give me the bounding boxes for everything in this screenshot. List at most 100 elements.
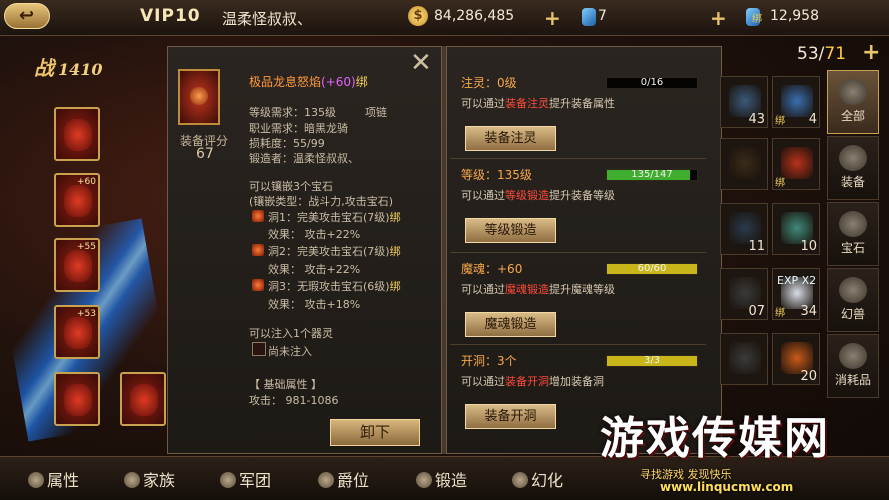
nav-family[interactable]: 家族 [124,467,175,491]
expand-inventory-button[interactable]: + [862,40,880,65]
item-plus: (+60) [321,75,356,89]
rank-icon [318,472,334,488]
nav-rank[interactable]: 爵位 [318,467,369,491]
upgrade-button[interactable]: 装备注灵 [465,126,556,151]
progress-bar: 135/147 [606,169,698,181]
sword-icon [839,145,867,171]
upgrade-button[interactable]: 装备开洞 [465,404,556,429]
inventory-slot[interactable]: 10 [772,203,820,255]
upgrade-button[interactable]: 等级锻造 [465,218,556,243]
socket-2: 洞2：完美攻击宝石(7级)绑 [268,245,401,258]
equip-slot[interactable] [54,107,100,161]
player-name: 温柔怪叔叔、 [222,10,313,28]
bound-tag: 绑 [752,14,762,25]
inventory-slot[interactable] [720,138,768,190]
nav-transform[interactable]: 幻化 [512,467,563,491]
score-value: 67 [196,146,214,162]
tab-consumables[interactable]: 消耗品 [827,334,879,398]
tab-gems[interactable]: 宝石 [827,202,879,266]
item-count: 43 [748,112,765,127]
back-button[interactable]: ↩ [4,3,50,29]
inventory-slot[interactable]: 11 [720,203,768,255]
forger: 锻造者：温柔怪叔叔、 [249,152,359,165]
diamond-icon [582,8,596,26]
close-icon[interactable]: ✕ [410,50,432,76]
tab-beasts[interactable]: 幻兽 [827,268,879,332]
item-count: 10 [800,239,817,254]
potion-icon [839,343,867,369]
equip-slot[interactable]: +60 [54,173,100,227]
item-icon [178,69,220,125]
item-count: 11 [748,239,765,254]
equipment-icon [64,384,92,416]
item-count: 20 [800,369,817,384]
item-title: 极品龙息怒焰(+60)绑 [249,73,368,90]
inventory-slot[interactable]: EXP X2 绑 34 [772,268,820,320]
forge-icon [416,472,432,488]
equip-slot[interactable]: +55 [54,238,100,292]
exp-label: EXP X2 [777,274,817,287]
vip-level: VIP10 [140,6,201,26]
divider [450,158,706,159]
nav-forge[interactable]: 锻造 [416,467,467,491]
nav-legion[interactable]: 军团 [220,467,271,491]
beast-icon [839,277,867,303]
attack-gem-icon [252,279,264,291]
diamond-amount: 7 [598,8,607,24]
equip-slot[interactable] [120,372,166,426]
inventory-slot[interactable]: 07 [720,268,768,320]
item-icon [781,147,813,179]
add-gold-button[interactable]: + [544,6,561,30]
inventory-slot[interactable]: 绑 [772,138,820,190]
equipment-icon [130,384,158,416]
item-icon [729,342,761,374]
equipment-icon [64,250,92,282]
equipment-icon [64,119,92,151]
upgrade-desc: 可以通过等级锻造提升装备等级 [461,189,615,202]
upgrade-desc: 可以通过魔魂锻造提升魔魂等级 [461,283,615,296]
socket-3: 洞3：无瑕攻击宝石(6级)绑 [268,280,401,293]
bound-diamond-amount: 12,958 [770,8,819,24]
inventory-slot[interactable]: 20 [772,333,820,385]
upgrade-head: 注灵：0级 [461,76,517,90]
inventory-slot[interactable]: 43 [720,76,768,128]
socket-type: (镶嵌类型：战斗力,攻击宝石) [249,195,394,208]
top-bar: ↩ VIP10 温柔怪叔叔、 $ 84,286,485 + 7 + 绑 12,9… [0,0,889,36]
req-level: 等级需求：135级 [249,106,336,119]
equip-slot[interactable] [54,372,100,426]
gold-coin-icon: $ [408,6,428,26]
equipment-icon [64,317,92,349]
upgrade-head: 等级：135级 [461,168,532,182]
bind-tag: 绑 [775,178,785,189]
equip-slot[interactable]: +53 [54,305,100,359]
bind-tag: 绑 [775,116,785,127]
item-icon [729,147,761,179]
req-job: 职业需求：暗黑龙骑 [249,122,348,135]
spirit-slot[interactable] [252,342,266,356]
upgrade-head: 魔魂：+60 [461,262,523,276]
bind-tag: 绑 [775,308,785,319]
inventory-slot[interactable]: 绑4 [772,76,820,128]
battle-power: 战 1410 [34,52,103,81]
spirit-status: 尚未注入 [268,345,312,358]
inventory-slot[interactable] [720,333,768,385]
watermark-url: www.linqucmw.com [660,480,794,494]
tab-equipment[interactable]: 装备 [827,136,879,200]
attack-gem-icon [252,210,264,222]
socket-2-effect: 效果： 攻击+22% [268,263,361,276]
gold-amount: 84,286,485 [434,8,515,24]
progress-bar: 0/16 [606,77,698,89]
socket-1: 洞1：完美攻击宝石(7级)绑 [268,211,401,224]
tab-all[interactable]: 全部 [827,70,879,134]
add-diamond-button[interactable]: + [710,6,727,30]
necklace-icon [190,87,208,105]
socket-1-effect: 效果： 攻击+22% [268,228,361,241]
progress-bar: 3/3 [606,355,698,367]
nav-attributes[interactable]: 属性 [28,467,79,491]
attack-gem-icon [252,244,264,256]
unload-button[interactable]: 卸下 [330,419,420,446]
item-count: 4 [808,112,817,127]
upgrade-desc: 可以通过装备注灵提升装备属性 [461,97,615,110]
attack-attr: 攻击： 981-1086 [249,394,339,407]
upgrade-button[interactable]: 魔魂锻造 [465,312,556,337]
